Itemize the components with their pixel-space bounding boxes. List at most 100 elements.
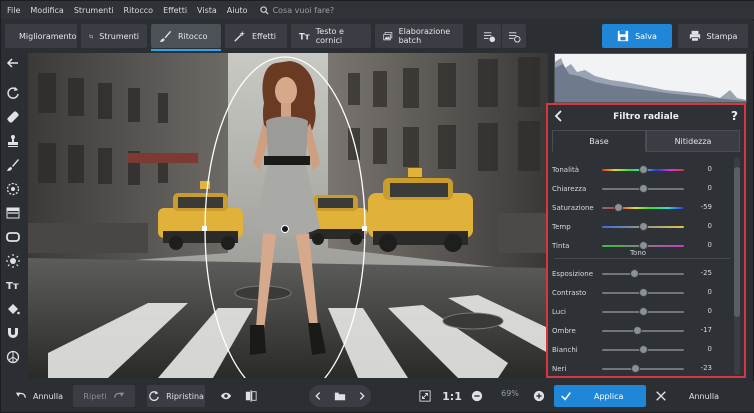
text-tool[interactable]: Tт <box>5 277 21 293</box>
chevron-right-icon[interactable] <box>356 390 368 402</box>
chevron-left-icon[interactable] <box>312 390 324 402</box>
preview-button[interactable] <box>215 385 237 407</box>
rotate-icon <box>7 87 19 99</box>
tab-label: Strumenti <box>99 31 139 41</box>
text-icon: Tт <box>6 281 19 292</box>
healing-tool[interactable] <box>5 109 21 125</box>
tab-effetti[interactable]: Effetti <box>225 24 287 48</box>
slider-contrasto[interactable]: Contrasto 0 <box>552 286 732 300</box>
zoom-value[interactable]: 69% <box>493 389 527 398</box>
tab-base[interactable]: Base <box>552 130 646 152</box>
back-tool[interactable] <box>5 55 21 71</box>
vignette-tool[interactable] <box>5 229 21 245</box>
slider-thumb[interactable] <box>631 364 641 373</box>
reset-button[interactable]: Ripristina <box>147 385 205 407</box>
folder-icon[interactable] <box>334 390 346 402</box>
slider-thumb[interactable] <box>630 269 640 278</box>
radial-icon <box>6 182 20 196</box>
clone-stamp-tool[interactable] <box>5 133 21 149</box>
slider-thumb[interactable] <box>638 345 648 354</box>
slider-temp[interactable]: Temp 0 <box>552 220 732 234</box>
cancel-icon-button[interactable] <box>653 385 669 407</box>
actual-size-button[interactable]: 1:1 <box>441 385 463 407</box>
menu-aiuto[interactable]: Aiuto <box>227 6 248 15</box>
slider-list: Tono Tonalità 0 Chiarezza 0 Saturazione -59 Te… <box>548 155 734 377</box>
tab-nitidezza[interactable]: Nitidezza <box>646 130 740 152</box>
gradient-tool[interactable] <box>5 205 21 221</box>
slider-bianchi[interactable]: Bianchi 0 <box>552 343 732 357</box>
photo-canvas[interactable] <box>28 53 548 378</box>
rotate-tool[interactable] <box>5 85 21 101</box>
magnet-icon <box>8 328 18 338</box>
cancel-button[interactable]: Annulla <box>679 385 729 407</box>
slider-neri[interactable]: Neri -23 <box>552 362 732 376</box>
tab-label: Elaborazione batch <box>398 27 451 45</box>
menu-modifica[interactable]: Modifica <box>30 6 63 15</box>
slider-esposizione[interactable]: Esposizione -25 <box>552 267 732 281</box>
slider-value: 0 <box>707 288 712 296</box>
slider-label: Luci <box>552 308 567 316</box>
compare-button[interactable] <box>241 385 261 407</box>
zoom-out-button[interactable] <box>468 385 486 407</box>
slider-thumb[interactable] <box>638 222 648 231</box>
light-tool[interactable] <box>5 253 21 269</box>
print-button[interactable]: Stampa <box>678 24 748 48</box>
zoom-in-button[interactable] <box>530 385 548 407</box>
slider-thumb[interactable] <box>638 165 648 174</box>
slider-track[interactable] <box>602 368 684 370</box>
radial-filter-tool[interactable] <box>5 181 21 197</box>
menu-strumenti[interactable]: Strumenti <box>74 6 114 15</box>
slider-thumb[interactable] <box>638 288 648 297</box>
brush-tool[interactable] <box>5 157 21 173</box>
scrollbar-thumb[interactable] <box>734 167 740 317</box>
slider-tonalit[interactable]: Tonalità 0 <box>552 163 732 177</box>
slider-track[interactable] <box>602 330 684 332</box>
help-button[interactable]: ? <box>731 109 738 123</box>
search-box[interactable]: Cosa vuoi fare? <box>259 6 334 15</box>
gradient-icon <box>6 207 20 219</box>
fill-tool[interactable] <box>5 301 21 317</box>
tab-strumenti[interactable]: Strumenti <box>81 24 147 48</box>
menu-file[interactable]: File <box>7 6 20 15</box>
magnet-tool[interactable] <box>5 325 21 341</box>
undo-button[interactable]: Annulla <box>9 385 69 407</box>
history-list-button[interactable] <box>502 24 526 48</box>
slider-track[interactable] <box>602 273 684 275</box>
slider-thumb[interactable] <box>638 307 648 316</box>
panel-scrollbar[interactable] <box>734 157 740 375</box>
save-button[interactable]: Salva <box>602 24 672 48</box>
tab-elaborazione-batch[interactable]: Elaborazione batch <box>375 24 463 48</box>
slider-label: Esposizione <box>552 270 594 278</box>
mask-tool[interactable] <box>5 349 21 365</box>
tab-miglioramento[interactable]: Miglioramento <box>5 24 77 48</box>
slider-thumb[interactable] <box>613 203 623 212</box>
main-toolbar: Miglioramento Strumenti Ritocco Effetti … <box>1 21 754 51</box>
tab-label: Testo e cornici <box>315 27 344 45</box>
slider-thumb[interactable] <box>638 241 648 250</box>
slider-saturazione[interactable]: Saturazione -59 <box>552 201 732 215</box>
slider-thumb[interactable] <box>638 184 648 193</box>
menu-vista[interactable]: Vista <box>197 6 217 15</box>
checkmark-icon <box>561 392 571 401</box>
fit-screen-button[interactable] <box>415 385 435 407</box>
reset-label: Ripristina <box>166 391 204 401</box>
menu-ritocco[interactable]: Ritocco <box>124 6 154 15</box>
menu-effetti[interactable]: Effetti <box>163 6 187 15</box>
apply-button[interactable]: Applica <box>554 385 646 407</box>
slider-luci[interactable]: Luci 0 <box>552 305 732 319</box>
left-toolbar: Tт <box>1 53 25 378</box>
slider-chiarezza[interactable]: Chiarezza 0 <box>552 182 732 196</box>
eye-icon <box>220 392 232 400</box>
slider-label: Tonalità <box>552 166 580 174</box>
list-add-icon <box>483 31 495 42</box>
slider-thumb[interactable] <box>632 326 642 335</box>
slider-label: Chiarezza <box>552 185 587 193</box>
tab-testo-cornici[interactable]: Tт Testo e cornici <box>291 24 371 48</box>
add-list-button[interactable] <box>477 24 501 48</box>
redo-button[interactable]: Ripeti <box>73 385 135 407</box>
slider-ombre[interactable]: Ombre -17 <box>552 324 732 338</box>
close-icon <box>656 391 666 401</box>
slider-tinta[interactable]: Tinta 0 <box>552 239 732 253</box>
tab-ritocco[interactable]: Ritocco <box>151 24 221 51</box>
panel-tabs: Base Nitidezza <box>552 130 740 152</box>
